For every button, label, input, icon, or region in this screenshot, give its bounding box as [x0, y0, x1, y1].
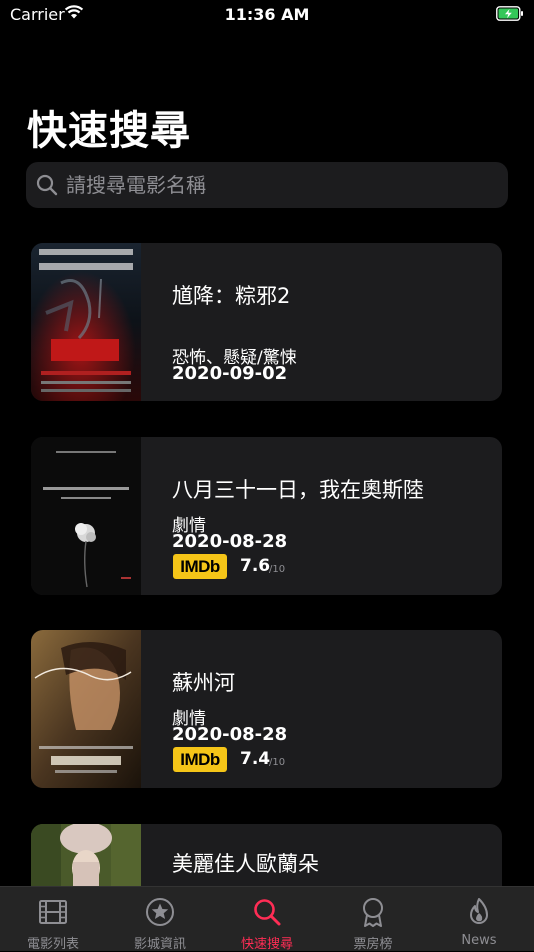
movie-card[interactable]: 美麗佳人歐蘭朵 — [31, 824, 502, 886]
tab-label: News — [461, 933, 497, 948]
search-icon — [36, 174, 58, 196]
movie-card[interactable]: 蘇州河 劇情 2020-08-28 IMDb 7.4 /10 — [31, 630, 502, 788]
search-icon — [254, 899, 281, 926]
imdb-score: 7.6 — [240, 556, 271, 576]
tab-movie-list[interactable]: 電影列表 — [0, 887, 106, 952]
movie-card[interactable]: 馗降：粽邪2 恐怖、懸疑/驚悚 2020-09-02 — [31, 243, 502, 401]
tab-theater-info[interactable]: 影城資訊 — [107, 887, 213, 952]
tab-label: 票房榜 — [353, 937, 393, 952]
imdb-badge: IMDb — [173, 554, 227, 579]
imdb-score-max: /10 — [269, 564, 286, 575]
tab-label: 快速搜尋 — [240, 937, 293, 952]
tab-news[interactable]: News — [426, 887, 532, 951]
movie-release-date: 2020-08-28 — [172, 724, 288, 745]
page-title: 快速搜尋 — [27, 108, 191, 154]
movie-release-date: 2020-08-28 — [172, 531, 288, 552]
imdb-score: 7.4 — [240, 749, 271, 769]
search-input[interactable] — [66, 162, 496, 208]
movie-release-date: 2020-09-02 — [172, 363, 288, 384]
film-icon — [39, 900, 67, 924]
battery-charging-icon — [496, 6, 523, 21]
flame-icon — [470, 898, 488, 924]
movie-poster — [31, 243, 141, 401]
movie-poster — [31, 630, 141, 788]
movie-poster — [31, 824, 141, 886]
status-bar: Carrier 11:36 AM — [0, 0, 534, 28]
movie-title: 八月三十一日，我在奧斯陸 — [172, 478, 424, 502]
status-time: 11:36 AM — [224, 5, 310, 24]
star-icon — [146, 898, 174, 926]
tab-label: 電影列表 — [26, 937, 79, 952]
tab-bar: 電影列表 影城資訊 快速搜尋 票房榜 News — [0, 886, 534, 952]
tab-box-office[interactable]: 票房榜 — [320, 887, 426, 952]
movie-title: 美麗佳人歐蘭朵 — [172, 852, 319, 876]
search-bar[interactable] — [26, 162, 508, 208]
movie-title: 蘇州河 — [172, 671, 235, 695]
tab-quick-search[interactable]: 快速搜尋 — [214, 887, 320, 952]
movie-title: 馗降：粽邪2 — [172, 284, 291, 308]
tab-label: 影城資訊 — [133, 937, 186, 952]
movie-card[interactable]: 八月三十一日，我在奧斯陸 劇情 2020-08-28 IMDb 7.6 /10 — [31, 437, 502, 595]
imdb-score-max: /10 — [269, 757, 286, 768]
award-icon — [363, 898, 383, 927]
movie-poster — [31, 437, 141, 595]
imdb-badge: IMDb — [173, 747, 227, 772]
